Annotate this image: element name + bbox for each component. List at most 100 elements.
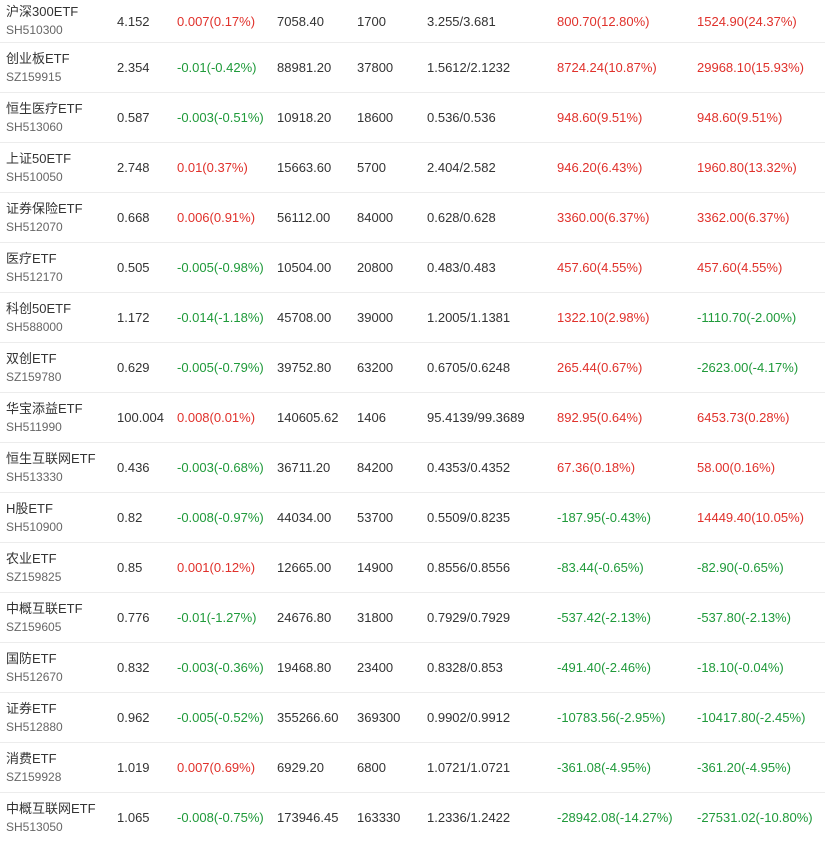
holding-row[interactable]: 双创ETF SZ159780 0.629 -0.005(-0.79%) 3975…	[0, 342, 825, 393]
holding-row[interactable]: 农业ETF SZ159825 0.85 0.001(0.12%) 12665.0…	[0, 542, 825, 593]
pnl-today-cell: 892.95(0.64%)	[551, 392, 691, 443]
price-cell: 0.85	[111, 542, 171, 593]
fund-name[interactable]: 农业ETF	[6, 549, 111, 568]
fund-name[interactable]: 创业板ETF	[6, 49, 111, 68]
holding-row[interactable]: 中概互联ETF SZ159605 0.776 -0.01(-1.27%) 246…	[0, 592, 825, 643]
price-cell: 1.065	[117, 810, 150, 825]
holdings-body: 沪深300ETF SH510300 4.152 0.007(0.17%) 705…	[0, 0, 825, 842]
cost-cell: 0.9902/0.9912	[421, 692, 551, 743]
fund-name[interactable]: 中概互联网ETF	[6, 799, 111, 818]
holding-row[interactable]: 证券保险ETF SH512070 0.668 0.006(0.91%) 5611…	[0, 192, 825, 243]
holding-row[interactable]: 国防ETF SH512670 0.832 -0.003(-0.36%) 1946…	[0, 642, 825, 693]
holding-row[interactable]: 中概互联网ETF SH513050 1.065 -0.008(-0.75%) 1…	[0, 793, 825, 843]
holding-row[interactable]: 创业板ETF SZ159915 2.354 -0.01(-0.42%) 8898…	[0, 42, 825, 93]
cost-cell: 0.536/0.536	[421, 92, 551, 143]
holding-row[interactable]: 恒生医疗ETF SH513060 0.587 -0.003(-0.51%) 10…	[0, 92, 825, 143]
change-cell: -0.005(-0.52%)	[171, 692, 271, 743]
fund-cell[interactable]: 上证50ETF SH510050	[0, 142, 111, 193]
market-value-cell: 173946.45	[277, 810, 339, 825]
fund-code: SH513050	[6, 819, 63, 834]
change-cell: -0.014(-1.18%)	[171, 292, 271, 343]
market-value-cell: 39752.80	[271, 342, 351, 393]
fund-cell[interactable]: 恒生互联网ETF SH513330	[0, 442, 111, 493]
market-value-cell: 88981.20	[271, 42, 351, 93]
fund-cell[interactable]: 沪深300ETF SH510300	[0, 0, 111, 43]
change-cell: 0.01(0.37%)	[171, 142, 271, 193]
holding-row[interactable]: 沪深300ETF SH510300 4.152 0.007(0.17%) 705…	[0, 0, 825, 43]
fund-code: SH512880	[6, 719, 63, 734]
fund-name[interactable]: 恒生互联网ETF	[6, 449, 111, 468]
pnl-total-cell: 6453.73(0.28%)	[691, 392, 825, 443]
fund-name[interactable]: 证券保险ETF	[6, 199, 111, 218]
price-cell: 0.82	[111, 492, 171, 543]
fund-name[interactable]: 医疗ETF	[6, 249, 111, 268]
fund-cell[interactable]: 中概互联网ETF SH513050	[0, 793, 111, 843]
fund-cell[interactable]: 华宝添益ETF SH511990	[0, 392, 111, 443]
fund-cell[interactable]: 医疗ETF SH512170	[0, 242, 111, 293]
holding-row[interactable]: 科创50ETF SH588000 1.172 -0.014(-1.18%) 45…	[0, 292, 825, 343]
fund-cell[interactable]: 恒生医疗ETF SH513060	[0, 92, 111, 143]
pnl-total-cell: 1524.90(24.37%)	[691, 0, 825, 43]
holdings-table: 沪深300ETF SH510300 4.152 0.007(0.17%) 705…	[0, 0, 825, 842]
quantity-cell: 53700	[351, 492, 421, 543]
price-cell: 2.748	[111, 142, 171, 193]
holding-row[interactable]: H股ETF SH510900 0.82 -0.008(-0.97%) 44034…	[0, 492, 825, 543]
fund-name[interactable]: 消费ETF	[6, 749, 111, 768]
holding-row[interactable]: 证券ETF SH512880 0.962 -0.005(-0.52%) 3552…	[0, 692, 825, 743]
fund-cell[interactable]: 证券保险ETF SH512070	[0, 192, 111, 243]
fund-cell[interactable]: 科创50ETF SH588000	[0, 292, 111, 343]
market-value-cell: 56112.00	[271, 192, 351, 243]
pnl-today-cell: 946.20(6.43%)	[551, 142, 691, 193]
cost-cell: 0.4353/0.4352	[421, 442, 551, 493]
holding-row[interactable]: 医疗ETF SH512170 0.505 -0.005(-0.98%) 1050…	[0, 242, 825, 293]
pnl-today-cell: -10783.56(-2.95%)	[551, 692, 691, 743]
pnl-today-cell: -187.95(-0.43%)	[551, 492, 691, 543]
fund-code: SH510050	[6, 169, 63, 184]
fund-name[interactable]: 证券ETF	[6, 699, 111, 718]
fund-name[interactable]: 沪深300ETF	[6, 2, 111, 21]
pnl-today-cell: 1322.10(2.98%)	[551, 292, 691, 343]
cost-cell: 1.0721/1.0721	[421, 742, 551, 793]
pnl-total-cell: -82.90(-0.65%)	[691, 542, 825, 593]
pnl-today-cell: -83.44(-0.65%)	[551, 542, 691, 593]
fund-name[interactable]: 中概互联ETF	[6, 599, 111, 618]
fund-name[interactable]: 科创50ETF	[6, 299, 111, 318]
fund-cell[interactable]: H股ETF SH510900	[0, 492, 111, 543]
change-cell: 0.008(0.01%)	[171, 392, 271, 443]
change-cell: -0.005(-0.98%)	[171, 242, 271, 293]
quantity-cell: 14900	[351, 542, 421, 593]
fund-cell[interactable]: 中概互联ETF SZ159605	[0, 592, 111, 643]
change-cell: -0.008(-0.97%)	[171, 492, 271, 543]
fund-name[interactable]: 上证50ETF	[6, 149, 111, 168]
market-value-cell: 36711.20	[271, 442, 351, 493]
fund-name[interactable]: 恒生医疗ETF	[6, 99, 111, 118]
fund-cell[interactable]: 创业板ETF SZ159915	[0, 42, 111, 93]
fund-cell[interactable]: 证券ETF SH512880	[0, 692, 111, 743]
quantity-cell: 1406	[351, 392, 421, 443]
holding-row[interactable]: 华宝添益ETF SH511990 100.004 0.008(0.01%) 14…	[0, 392, 825, 443]
price-cell: 0.832	[111, 642, 171, 693]
price-cell: 0.436	[111, 442, 171, 493]
fund-name[interactable]: 华宝添益ETF	[6, 399, 111, 418]
holding-row[interactable]: 恒生互联网ETF SH513330 0.436 -0.003(-0.68%) 3…	[0, 442, 825, 493]
price-cell: 0.587	[111, 92, 171, 143]
pnl-total-cell: -10417.80(-2.45%)	[691, 692, 825, 743]
holding-row[interactable]: 上证50ETF SH510050 2.748 0.01(0.37%) 15663…	[0, 142, 825, 193]
fund-name[interactable]: 双创ETF	[6, 349, 111, 368]
pnl-total-cell: 3362.00(6.37%)	[691, 192, 825, 243]
cost-cell: 0.8556/0.8556	[421, 542, 551, 593]
price-cell: 0.629	[111, 342, 171, 393]
fund-cell[interactable]: 农业ETF SZ159825	[0, 542, 111, 593]
quantity-cell: 37800	[351, 42, 421, 93]
pnl-today-cell: 8724.24(10.87%)	[551, 42, 691, 93]
fund-name[interactable]: H股ETF	[6, 499, 111, 518]
market-value-cell: 10504.00	[271, 242, 351, 293]
market-value-cell: 44034.00	[271, 492, 351, 543]
fund-name[interactable]: 国防ETF	[6, 649, 111, 668]
quantity-cell: 369300	[351, 692, 421, 743]
fund-cell[interactable]: 国防ETF SH512670	[0, 642, 111, 693]
holding-row[interactable]: 消费ETF SZ159928 1.019 0.007(0.69%) 6929.2…	[0, 742, 825, 793]
fund-cell[interactable]: 消费ETF SZ159928	[0, 742, 111, 793]
cost-cell: 0.483/0.483	[421, 242, 551, 293]
fund-cell[interactable]: 双创ETF SZ159780	[0, 342, 111, 393]
